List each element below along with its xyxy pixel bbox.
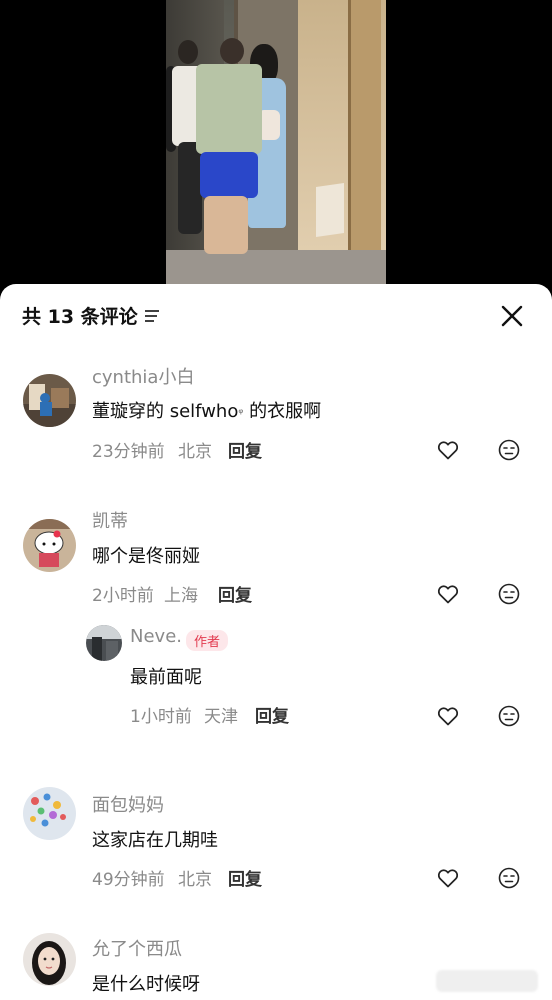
comment-item: cynthia小白 董璇穿的 selfwhoᵠ 的衣服啊 23分钟前 北京 回复: [0, 367, 552, 482]
comment-text: 哪个是佟丽娅: [92, 546, 200, 567]
comment-text-part: 董璇穿的 selfwho: [92, 401, 239, 422]
heart-icon[interactable]: [436, 704, 460, 728]
comment-username[interactable]: 凯蒂: [92, 507, 128, 533]
comment-header: 共 13 条评论: [0, 284, 552, 348]
reply-location: 天津: [204, 707, 238, 727]
reply-button[interactable]: 回复: [218, 581, 252, 606]
comment-item: 面包妈妈 这家店在几期哇 49分钟前 北京 回复: [0, 787, 552, 897]
avatar[interactable]: [23, 519, 76, 572]
comment-username[interactable]: cynthia小白: [92, 363, 194, 389]
sort-lines-icon[interactable]: [144, 309, 160, 323]
reply-username[interactable]: Neve.: [130, 626, 182, 647]
comment-time: 2小时前: [92, 586, 154, 606]
dislike-face-icon[interactable]: [497, 704, 521, 728]
reply-button[interactable]: 回复: [228, 865, 262, 890]
person-2: [196, 64, 262, 154]
avatar[interactable]: [23, 933, 76, 986]
video-box: [316, 183, 344, 237]
reply-text: 最前面呢: [130, 667, 202, 688]
dislike-face-icon[interactable]: [497, 866, 521, 890]
avatar[interactable]: [23, 374, 76, 427]
comment-text: 这家店在几期哇: [92, 830, 218, 851]
comment-username[interactable]: 允了个西瓜: [92, 935, 182, 961]
heart-icon[interactable]: [436, 582, 460, 606]
dislike-face-icon[interactable]: [497, 438, 521, 462]
video-frame[interactable]: [166, 0, 386, 300]
comment-location: 北京: [178, 870, 212, 890]
video-player[interactable]: [0, 0, 552, 300]
comment-item: 凯蒂 哪个是佟丽娅 2小时前 上海 回复 Neve. 作者 最前面呢 1小时前 …: [0, 511, 552, 729]
comment-text: 董璇穿的 selfwhoᵠ 的衣服啊: [92, 397, 321, 423]
avatar[interactable]: [86, 625, 122, 661]
person-2-shorts: [200, 152, 258, 198]
person-1-head: [178, 40, 198, 64]
comment-username[interactable]: 面包妈妈: [92, 791, 164, 817]
dislike-face-icon[interactable]: [497, 582, 521, 606]
person-2-legs: [204, 196, 248, 254]
reply-item: Neve. 作者 最前面呢 1小时前 天津 回复: [0, 625, 552, 728]
reply-button[interactable]: 回复: [228, 437, 262, 462]
comment-text-part: 的衣服啊: [243, 401, 322, 422]
comment-sheet: 共 13 条评论 cynthia小白 董璇穿的 selfwhoᵠ 的衣服啊 23…: [0, 284, 552, 1000]
close-x-icon[interactable]: [498, 302, 526, 330]
comment-location: 北京: [178, 442, 212, 462]
author-badge: 作者: [186, 630, 229, 651]
comment-location: 上海: [164, 586, 198, 606]
reply-time: 1小时前: [130, 707, 192, 727]
comment-time: 23分钟前: [92, 442, 165, 462]
person-1-legs: [178, 142, 202, 234]
heart-icon[interactable]: [436, 866, 460, 890]
comment-time: 49分钟前: [92, 870, 165, 890]
video-shop-panel: [348, 0, 381, 270]
comment-count-title: 共 13 条评论: [22, 306, 138, 328]
person-2-head: [220, 38, 244, 64]
heart-icon[interactable]: [436, 438, 460, 462]
reply-button[interactable]: 回复: [255, 702, 289, 727]
comment-text: 是什么时候呀: [92, 974, 200, 995]
avatar[interactable]: [23, 787, 76, 840]
watermark: [436, 970, 538, 992]
